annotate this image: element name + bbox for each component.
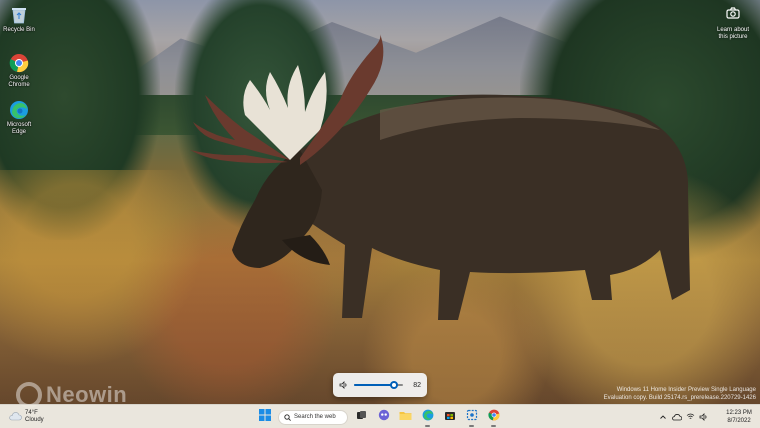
desktop-icon-recycle-bin[interactable]: Recycle Bin <box>2 4 36 34</box>
volume-slider-fill <box>354 384 395 386</box>
taskbar-app-store[interactable] <box>441 409 458 426</box>
network-icon[interactable] <box>686 408 695 426</box>
taskbar-app-task-view[interactable] <box>353 409 370 426</box>
windows-start-icon <box>258 408 271 426</box>
store-icon <box>444 408 456 426</box>
chrome-icon <box>8 52 30 74</box>
taskbar-app-file-explorer[interactable] <box>397 409 414 426</box>
volume-slider[interactable] <box>354 381 403 389</box>
recycle-bin-icon <box>8 4 30 26</box>
camera-icon <box>726 6 740 24</box>
wallpaper-moose <box>190 34 690 321</box>
desktop-icon-label: Google Chrome <box>8 75 30 88</box>
task-view-icon <box>356 408 367 426</box>
taskbar-search-box[interactable]: Search the web <box>278 408 348 426</box>
desktop-wallpaper <box>0 0 760 404</box>
learn-about-this-picture[interactable]: Learn about this picture <box>710 6 756 41</box>
cloud-icon <box>8 408 22 426</box>
speaker-icon[interactable] <box>699 408 708 426</box>
learn-about-label: Learn about this picture <box>716 27 750 40</box>
watermark-line-edition: Windows 11 Home Insider Preview Single L… <box>616 387 756 393</box>
taskbar: 74°F Cloudy Search the web 12:23 PM 8/7/… <box>0 404 760 428</box>
edge-icon <box>8 99 30 121</box>
volume-slider-thumb[interactable] <box>390 381 399 389</box>
clock-date: 8/7/2022 <box>727 418 751 424</box>
chevron-up-icon[interactable] <box>659 408 667 426</box>
taskbar-app-chat[interactable] <box>375 409 392 426</box>
chat-icon <box>378 408 390 426</box>
system-tray <box>659 408 708 426</box>
weather-widget[interactable]: 74°F Cloudy <box>8 408 44 426</box>
desktop-icon-label: Recycle Bin <box>3 27 35 33</box>
taskbar-app-chrome[interactable] <box>485 408 502 427</box>
desktop-icon-google-chrome[interactable]: Google Chrome <box>2 52 36 89</box>
search-icon <box>284 408 291 426</box>
watermark-line-build: Evaluation copy. Build 25174.rs_prerelea… <box>603 395 756 401</box>
speaker-icon[interactable] <box>339 376 348 394</box>
folder-icon <box>399 408 412 426</box>
taskbar-center: Search the web <box>256 408 502 427</box>
volume-level: 82 <box>413 381 421 389</box>
taskbar-app-edge[interactable] <box>419 408 436 427</box>
snipping-tool-icon <box>466 408 478 426</box>
taskbar-app-snipping-tool[interactable] <box>463 408 480 427</box>
taskbar-clock[interactable]: 12:23 PM 8/7/2022 <box>722 409 756 425</box>
clock-time: 12:23 PM <box>726 410 752 416</box>
edge-icon <box>422 408 434 426</box>
weather-temperature: 74°F <box>25 410 38 416</box>
onedrive-icon[interactable] <box>671 408 683 426</box>
weather-condition: Cloudy <box>25 417 44 423</box>
desktop-icon-microsoft-edge[interactable]: Microsoft Edge <box>2 99 36 136</box>
evaluation-watermark: Windows 11 Home Insider Preview Single L… <box>604 386 756 402</box>
chrome-icon <box>487 408 500 426</box>
desktop-icon-label: Microsoft Edge <box>6 122 32 135</box>
search-placeholder: Search the web <box>294 414 336 420</box>
start-button[interactable] <box>256 409 273 426</box>
volume-flyout: 82 <box>333 373 427 397</box>
